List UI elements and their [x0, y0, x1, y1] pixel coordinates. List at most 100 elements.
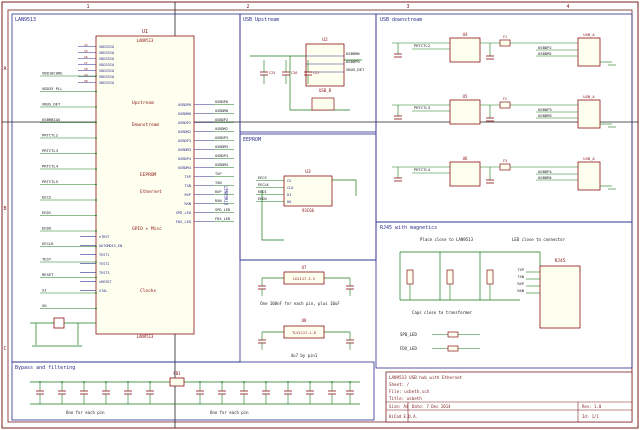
eeprom-value: 93C66	[302, 208, 315, 213]
usb-down-switch-ref: U5	[463, 94, 468, 99]
u1-left-pin-label: VDD33IO	[99, 75, 114, 79]
u1-misc-pin-label: nTRST	[99, 235, 110, 239]
rj45-block: Place close to LAN9513 LED close to conn…	[399, 237, 581, 352]
usb-down-switch-ref: U4	[463, 32, 468, 37]
label-clocks: Clocks	[140, 288, 157, 294]
rj45-led-label: SPD_LED	[400, 332, 417, 337]
rj45-note-right: LED close to connector	[512, 237, 566, 242]
ruler-top-1: 1	[86, 4, 89, 10]
u1-left-net-label: PRTCTL2	[42, 133, 58, 138]
usb-up-connector	[305, 43, 345, 87]
usb-down-connector	[577, 161, 601, 191]
bypass-junction	[287, 381, 289, 383]
usb-down-port-1: U4 USB_A PRTCTL2 F1 USBDP2USBDM2	[392, 32, 616, 67]
usb-down-connector-label: USB_A	[583, 32, 595, 37]
usb-down-fuse	[499, 101, 511, 109]
bypass-junction	[265, 381, 267, 383]
u1-right-net-label: USBDP4	[215, 154, 228, 158]
schematic-sheet: 1 2 3 4 A B C LAN9513 USB Upstream EEPRO…	[1, 1, 639, 429]
eeprom-net-label: EECS	[258, 176, 267, 180]
rj45-net-label: TXN	[518, 275, 525, 279]
u1-misc-pin-label: AUTOMDIX_EN	[99, 244, 122, 248]
usb-down-fuse-label: F3	[503, 159, 507, 163]
u1-right-net-label: USBDP2	[215, 118, 228, 122]
usb-down-data-label: USBDM3	[538, 113, 552, 118]
u1-left-pin-label: VDD33IO	[99, 57, 114, 61]
u1-right-pin-label: USBDM0	[178, 112, 191, 116]
u1-left-pin-number: 20	[84, 79, 88, 83]
title-block: LAN9513 USB hub with Ethernet Sheet: / F…	[385, 371, 633, 423]
rj45-bus-top	[400, 251, 541, 266]
u1-right-net-label: FDX_LED	[215, 217, 230, 221]
title-line-2: Sheet: /	[389, 382, 410, 387]
eeprom-pin-label: CS	[287, 179, 291, 183]
u1-left-junction	[95, 199, 97, 201]
u1-right-pin-label: TXP	[185, 175, 192, 179]
reg2-ref: U8	[302, 318, 307, 323]
crystal-body	[53, 317, 65, 329]
usb-down-enable-label: PRTCTL3	[414, 105, 430, 110]
bypass-junction	[309, 381, 311, 383]
usb-down-port-3: U6 USB_A PRTCTL4 F3 USBDP4USBDM4	[392, 156, 616, 191]
rj45-led-resistor	[447, 331, 459, 338]
usb-down-connector	[577, 37, 601, 67]
usb-up-connector-label: USB_B	[319, 88, 332, 93]
usb-up-net-label: VBUS_DET	[346, 67, 365, 72]
ferrite-label: FB1	[173, 371, 181, 376]
u1-left-net-label: EEDI	[42, 210, 51, 215]
title-id: Id: 1/1	[582, 414, 599, 419]
u1-left-net-label: PRTCTL4	[42, 164, 59, 169]
u1-left-pin-label: VDD33IO	[99, 81, 114, 85]
u1-left-pin-number: 18	[84, 67, 88, 71]
label-eeprom: EEPROM	[140, 172, 157, 178]
u1-right-pin-label: SPD_LED	[176, 211, 191, 215]
u1-left-junction	[95, 152, 97, 155]
rj45-termination-resistor	[406, 269, 414, 285]
u1-misc-pin-label: XTAL	[99, 289, 107, 293]
bypass-junction	[39, 381, 41, 383]
u1-right-net-label: USBDP3	[215, 136, 228, 140]
u1-right-pin-label: TXN	[185, 184, 192, 188]
eeprom-vcc-wire	[332, 179, 357, 196]
u1-footer: LAN9513	[137, 334, 154, 339]
reg1-ref: U7	[302, 265, 307, 270]
usb-down-enable-label: PRTCTL2	[414, 43, 430, 48]
title-date: Date: 7 Dec 2014	[412, 404, 451, 409]
bypass-junction	[61, 381, 63, 383]
crystal-y1	[30, 317, 96, 347]
u1-right-net-label: USBDM0	[215, 109, 228, 113]
u1-left-net-label: EEDO	[42, 226, 52, 231]
u1-ref: U1	[142, 29, 148, 35]
u1-left-pin-number: 15	[84, 49, 88, 53]
usb-up-cap-label: C26	[291, 71, 297, 75]
eeprom-ref: U3	[305, 169, 311, 175]
usb-up-cap-label: C27	[313, 71, 319, 75]
u1-right-pin-label: USBDM2	[178, 130, 191, 134]
usb-down-fuse	[499, 163, 511, 171]
rj45-connector-label: RJ45	[555, 258, 566, 264]
usb-down-switch-ic	[449, 99, 481, 125]
bypass-junction	[199, 381, 201, 383]
u1-left-junction	[95, 183, 97, 186]
u1-left-junction	[95, 245, 97, 248]
u1-right-net-label: USBDM3	[215, 145, 228, 149]
bypass-junction	[149, 381, 151, 383]
usb-down-fuse-label: F1	[503, 35, 507, 39]
u1-left-junction	[95, 214, 97, 217]
label-gpio: GPIO + Misc	[132, 226, 162, 232]
eeprom-pin-label: CLK	[287, 186, 294, 190]
reg1-note: One 100nF for each pin, plus 10uF	[260, 301, 340, 306]
u1-left-pin-number: 17	[84, 61, 88, 65]
reg2-note: 4u7 by pin1	[291, 353, 318, 358]
u1-left-pin-label: VDD33IO	[99, 51, 114, 55]
u1-left-pin-number: 16	[84, 55, 88, 59]
usb-down-data-label: USBDM4	[538, 175, 552, 180]
label-upstream: Upstream	[132, 100, 154, 106]
ruler-side-a: A	[3, 66, 6, 72]
usb-down-switch-ic	[449, 37, 481, 63]
bypass-junction	[221, 381, 223, 383]
u1-left-net-label: TEST	[42, 257, 52, 262]
lan9513-block: U1 LAN9513 LAN9513 VDD33IO 14 VDD33IO 15 VDD…	[30, 29, 234, 347]
u1-left-junction	[95, 168, 97, 170]
bypass-junction	[349, 381, 351, 383]
